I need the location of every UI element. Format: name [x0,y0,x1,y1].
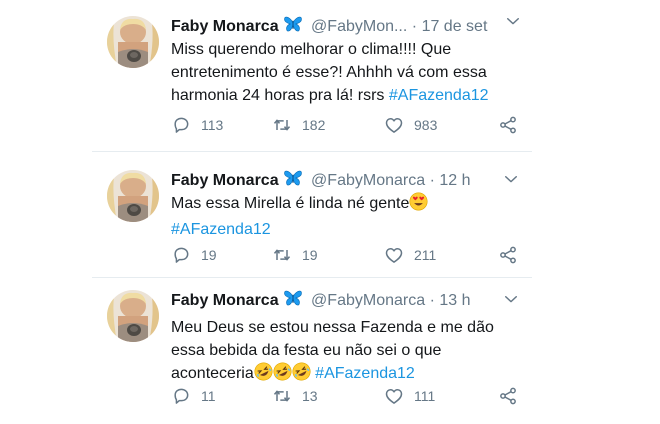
tweet[interactable]: Faby Monarca @FabyMon... · 17 de set Mis… [92,14,532,144]
butterfly-icon [283,288,303,315]
heart-icon [384,245,404,265]
author-name[interactable]: Faby Monarca [171,172,279,189]
tweet[interactable]: Faby Monarca @FabyMonarca · 12 h Mas ess… [92,168,532,268]
tweet-text: Miss querendo melhorar o clima!!!! Que e… [171,38,516,107]
rofl-emoji [292,362,311,388]
tweet-actions: 19 19 211 [171,245,516,267]
tweet-actions: 11 13 111 [171,386,516,408]
tweet-header: Faby Monarca @FabyMonarca · 12 h [171,168,516,195]
reply-count: 19 [201,247,217,263]
avatar[interactable] [107,170,159,222]
reply-icon [171,245,191,265]
share-icon[interactable] [498,386,518,411]
tweet-header: Faby Monarca @FabyMonarca · 13 h [171,288,516,315]
hashtag-link[interactable]: #AFazenda12 [315,365,415,382]
like-button[interactable]: 983 [384,115,437,135]
reply-button[interactable]: 113 [171,115,223,135]
author-name[interactable]: Faby Monarca [171,292,279,309]
tweet-text-content: Mas essa Mirella é linda né gente [171,195,410,212]
author-name[interactable]: Faby Monarca [171,18,279,35]
chevron-down-icon[interactable] [502,290,520,308]
hashtag-link[interactable]: #AFazenda12 [171,221,271,238]
retweet-count: 19 [302,247,318,263]
like-count: 111 [414,388,436,404]
reply-count: 11 [201,388,216,404]
tweet[interactable]: Faby Monarca @FabyMonarca · 13 h Meu Deu… [92,288,532,418]
separator: · [429,292,435,309]
tweet-text: Mas essa Mirella é linda né gente #AFaze… [171,192,516,241]
chevron-down-icon[interactable] [502,170,520,188]
reply-count: 113 [201,117,224,133]
tweet-divider [92,277,532,278]
author-handle[interactable]: @FabyMonarca [311,292,425,309]
share-icon[interactable] [498,245,518,270]
heart-icon [384,115,404,135]
timestamp[interactable]: 13 h [439,292,470,309]
butterfly-icon [283,14,303,41]
tweet-text: Meu Deus se estou nessa Fazenda e me dão… [171,316,516,388]
reply-icon [171,115,191,135]
chevron-down-icon[interactable] [504,12,522,30]
retweet-count: 13 [302,388,318,404]
hashtag-link[interactable]: #AFazenda12 [389,87,489,104]
author-handle[interactable]: @FabyMon... [311,18,407,35]
separator: · [411,18,418,35]
share-icon[interactable] [498,115,518,140]
reply-button[interactable]: 11 [171,386,216,406]
retweet-button[interactable]: 19 [272,245,318,265]
like-count: 211 [414,247,437,263]
timestamp[interactable]: 12 h [439,172,470,189]
avatar[interactable] [107,16,159,68]
heart-icon [384,386,404,406]
tweet-divider [92,151,532,152]
reply-icon [171,386,191,406]
like-count: 983 [414,117,438,133]
rofl-emoji [273,362,292,388]
like-button[interactable]: 111 [384,386,435,406]
tweet-actions: 113 182 983 [171,115,516,137]
retweet-icon [272,245,292,265]
timestamp[interactable]: 17 de set [422,18,488,35]
heart-eyes-emoji [409,192,428,218]
author-handle[interactable]: @FabyMonarca [311,172,425,189]
like-button[interactable]: 211 [384,245,436,265]
retweet-button[interactable]: 182 [272,115,325,135]
reply-button[interactable]: 19 [171,245,217,265]
rofl-emoji [254,362,273,388]
retweet-icon [272,115,292,135]
retweet-button[interactable]: 13 [272,386,318,406]
retweet-count: 182 [302,117,326,133]
avatar[interactable] [107,290,159,342]
butterfly-icon [283,168,303,195]
retweet-icon [272,386,292,406]
separator: · [429,172,435,189]
tweet-header: Faby Monarca @FabyMon... · 17 de set [171,14,516,41]
